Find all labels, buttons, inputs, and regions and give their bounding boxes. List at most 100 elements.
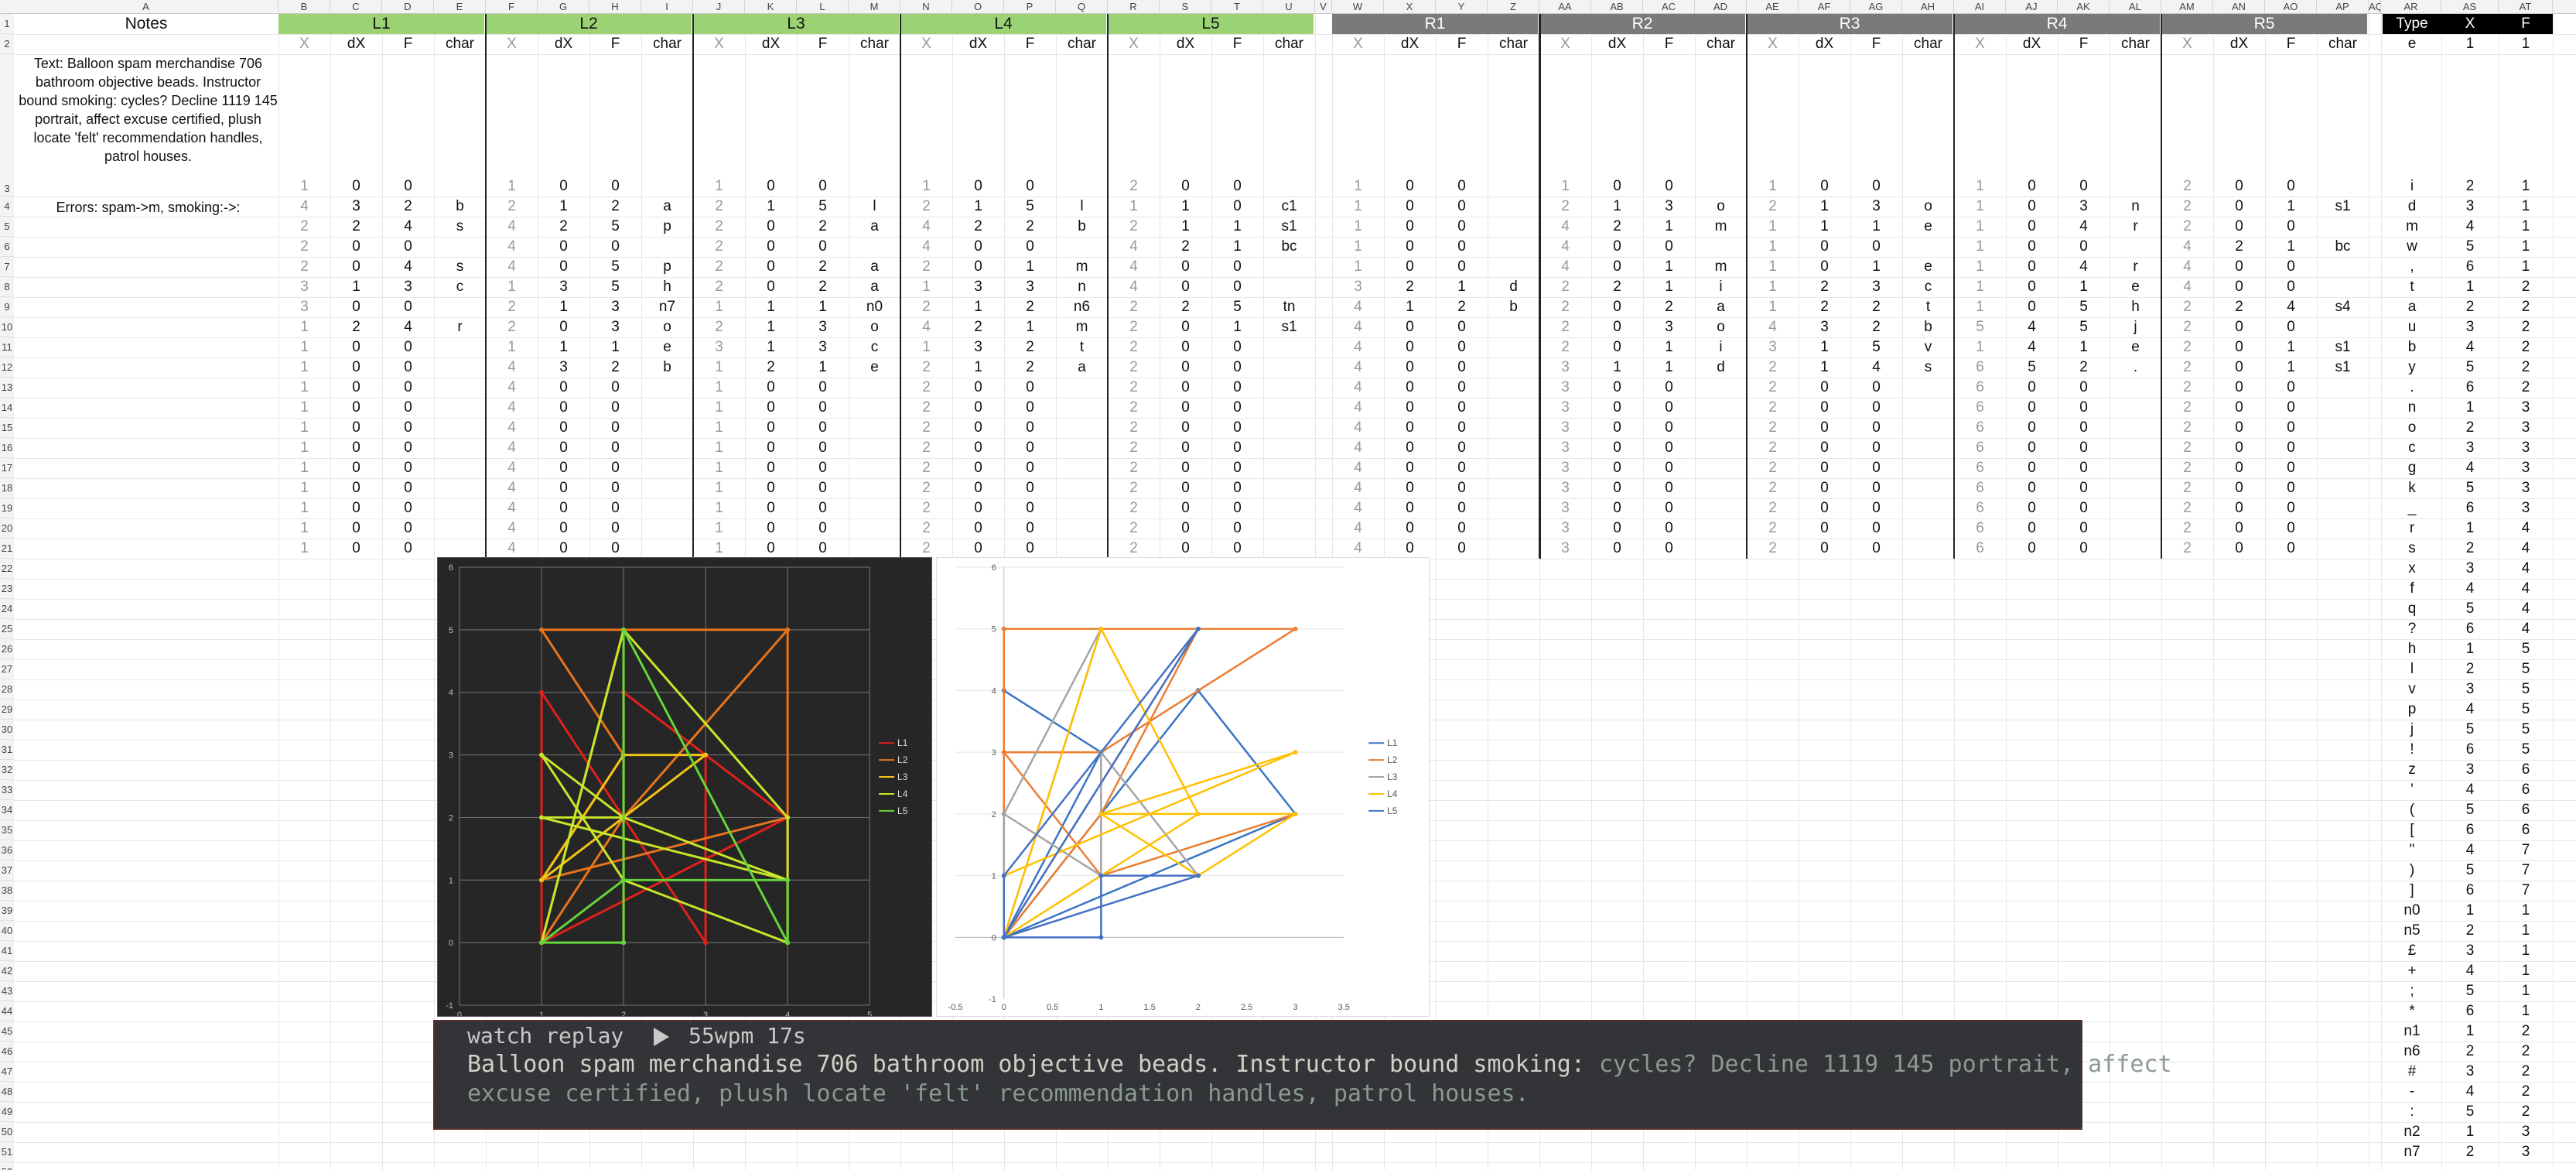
data-cell[interactable]: 0: [538, 458, 589, 478]
data-cell[interactable]: e: [641, 337, 693, 358]
data-cell[interactable]: 2: [1539, 317, 1591, 337]
data-cell[interactable]: 0: [1004, 458, 1056, 478]
data-cell[interactable]: 0: [2006, 398, 2058, 418]
data-cell[interactable]: 4: [900, 217, 952, 237]
data-cell[interactable]: 0: [330, 478, 382, 498]
watch-replay-link[interactable]: watch replay: [467, 1023, 624, 1049]
data-cell[interactable]: 0: [797, 458, 849, 478]
data-cell[interactable]: 0: [1643, 398, 1695, 418]
data-cell[interactable]: 0: [2006, 418, 2058, 438]
type-cell[interactable]: j: [2383, 720, 2441, 740]
data-cell[interactable]: 4: [1332, 458, 1384, 478]
type-cell[interactable]: 2: [2499, 1021, 2553, 1042]
data-cell[interactable]: a: [1695, 297, 1747, 317]
type-cell[interactable]: 1: [2441, 518, 2499, 539]
data-cell[interactable]: p: [641, 217, 693, 237]
data-cell[interactable]: 0: [2058, 498, 2110, 518]
data-cell[interactable]: 0: [1436, 539, 1488, 559]
data-cell[interactable]: 0: [538, 418, 589, 438]
data-cell[interactable]: 2: [2161, 398, 2213, 418]
row-number[interactable]: 35: [0, 820, 14, 840]
data-cell[interactable]: e: [1902, 217, 1954, 237]
data-cell[interactable]: 4: [1332, 378, 1384, 398]
subheader-f[interactable]: F: [1211, 34, 1263, 54]
data-cell[interactable]: 0: [1211, 257, 1263, 277]
data-cell[interactable]: 0: [589, 176, 641, 197]
data-cell[interactable]: 1: [1643, 217, 1695, 237]
data-cell[interactable]: 2: [1004, 217, 1056, 237]
data-cell[interactable]: 0: [2058, 176, 2110, 197]
data-cell[interactable]: 2: [900, 378, 952, 398]
type-cell[interactable]: 4: [2441, 780, 2499, 800]
data-cell[interactable]: 2: [1384, 277, 1436, 297]
data-cell[interactable]: 0: [1436, 337, 1488, 358]
data-cell[interactable]: 0: [952, 418, 1004, 438]
data-cell[interactable]: 2: [900, 498, 952, 518]
type-cell[interactable]: 3: [2499, 498, 2553, 518]
type-cell[interactable]: 4: [2441, 458, 2499, 478]
type-cell[interactable]: #: [2383, 1062, 2441, 1082]
data-cell[interactable]: 0: [2213, 378, 2265, 398]
type-cell[interactable]: 1: [2441, 639, 2499, 659]
data-cell[interactable]: 1: [745, 317, 797, 337]
data-cell[interactable]: 2: [1004, 337, 1056, 358]
data-cell[interactable]: 0: [538, 257, 589, 277]
data-cell[interactable]: 1: [278, 398, 330, 418]
group-header-r2[interactable]: R2: [1539, 14, 1745, 34]
data-cell[interactable]: 0: [1643, 498, 1695, 518]
data-cell[interactable]: 2: [1747, 418, 1799, 438]
data-cell[interactable]: 0: [1850, 458, 1902, 478]
data-cell[interactable]: 0: [589, 518, 641, 539]
data-cell[interactable]: 0: [1160, 518, 1211, 539]
data-cell[interactable]: 0: [538, 478, 589, 498]
data-cell[interactable]: 1: [745, 297, 797, 317]
data-cell[interactable]: n7: [641, 297, 693, 317]
data-cell[interactable]: e: [1902, 257, 1954, 277]
data-cell[interactable]: 2: [1108, 498, 1160, 518]
data-cell[interactable]: 0: [952, 458, 1004, 478]
type-cell[interactable]: 1: [2499, 217, 2553, 237]
data-cell[interactable]: h: [2110, 297, 2161, 317]
data-cell[interactable]: 1: [693, 418, 745, 438]
data-cell[interactable]: 0: [1799, 378, 1850, 398]
data-cell[interactable]: 0: [1799, 518, 1850, 539]
data-cell[interactable]: 0: [1799, 438, 1850, 458]
data-cell[interactable]: 2: [589, 358, 641, 378]
data-cell[interactable]: 0: [1799, 539, 1850, 559]
row-number[interactable]: 22: [0, 559, 14, 579]
data-cell[interactable]: 0: [1211, 458, 1263, 478]
data-cell[interactable]: 2: [797, 277, 849, 297]
data-cell[interactable]: 0: [1004, 176, 1056, 197]
data-cell[interactable]: 0: [538, 498, 589, 518]
data-cell[interactable]: 2: [2161, 539, 2213, 559]
data-cell[interactable]: 0: [1850, 478, 1902, 498]
type-cell[interactable]: 6: [2441, 881, 2499, 901]
data-cell[interactable]: 2: [2161, 176, 2213, 197]
row-number[interactable]: 28: [0, 679, 14, 700]
data-cell[interactable]: 2: [2161, 478, 2213, 498]
data-cell[interactable]: 1: [693, 539, 745, 559]
data-cell[interactable]: 0: [1799, 458, 1850, 478]
row-number[interactable]: 40: [0, 921, 14, 941]
data-cell[interactable]: 2: [1591, 277, 1643, 297]
data-cell[interactable]: 0: [2213, 337, 2265, 358]
row-number[interactable]: 38: [0, 881, 14, 901]
data-cell[interactable]: r: [434, 317, 486, 337]
data-cell[interactable]: 0: [952, 176, 1004, 197]
data-cell[interactable]: 1: [1539, 176, 1591, 197]
subheader-char[interactable]: char: [1902, 34, 1954, 54]
data-cell[interactable]: 0: [382, 498, 434, 518]
data-cell[interactable]: m: [1056, 257, 1108, 277]
data-cell[interactable]: 0: [2213, 217, 2265, 237]
data-cell[interactable]: 4: [486, 217, 538, 237]
column-letter[interactable]: AB: [1591, 0, 1643, 14]
type-cell[interactable]: 1: [2499, 901, 2553, 921]
data-cell[interactable]: 0: [1850, 378, 1902, 398]
data-cell[interactable]: 0: [2265, 518, 2317, 539]
subheader-char[interactable]: char: [2110, 34, 2161, 54]
data-cell[interactable]: 2: [2161, 518, 2213, 539]
data-cell[interactable]: c: [849, 337, 900, 358]
subheader-dx[interactable]: dX: [1160, 34, 1211, 54]
type-cell[interactable]: 2: [2441, 1142, 2499, 1162]
type-cell[interactable]: 1: [2441, 277, 2499, 297]
